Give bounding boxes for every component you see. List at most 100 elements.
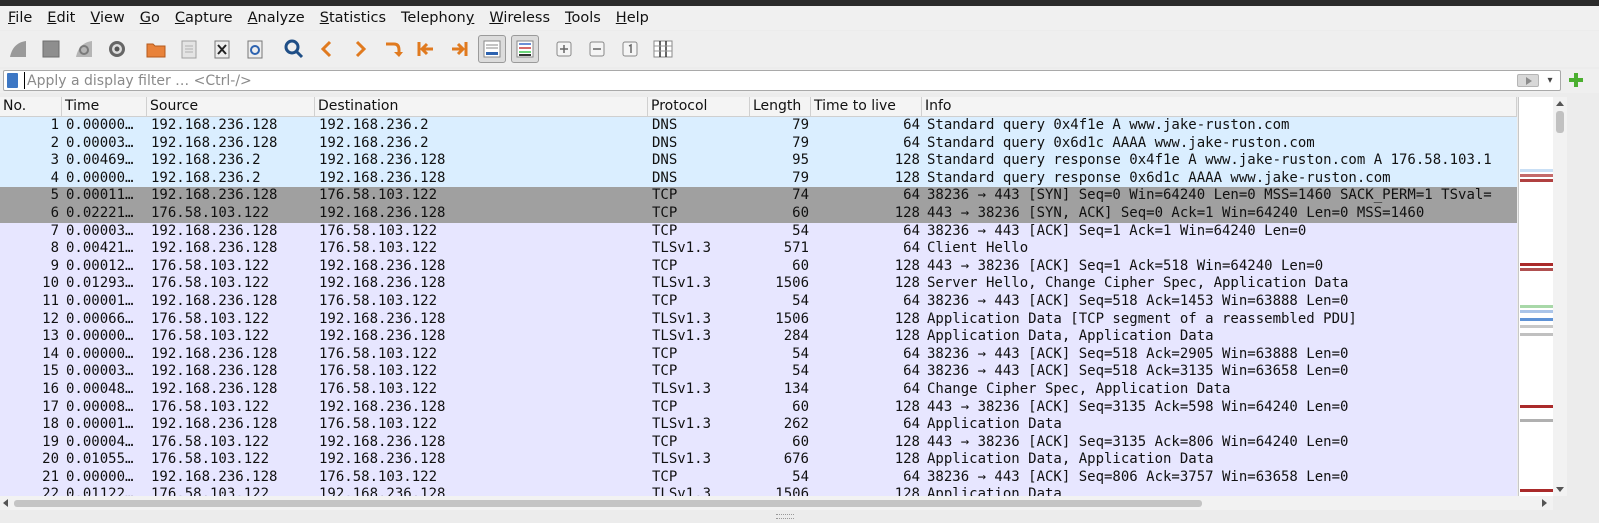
menu-tools[interactable]: Tools <box>557 6 608 30</box>
vertical-scroll-thumb[interactable] <box>1556 111 1564 133</box>
filter-history-dropdown-icon[interactable]: ▾ <box>1542 73 1558 88</box>
cell-ttl: 128 <box>894 451 920 468</box>
menu-go[interactable]: Go <box>132 6 167 30</box>
cell-info: Change Cipher Spec, Application Data <box>927 380 1231 397</box>
minimap-mark <box>1520 489 1553 492</box>
display-filter-input[interactable] <box>24 72 1497 89</box>
packet-row[interactable]: 13 0.00000… 176.58.103.122 192.168.236.128 T… <box>0 328 1517 346</box>
packet-row[interactable]: 15 0.00003… 192.168.236.128 176.58.103.122 T… <box>0 363 1517 381</box>
first-packet-button[interactable] <box>412 35 440 63</box>
column-header-source[interactable]: Source <box>147 97 315 116</box>
zoom-out-button[interactable] <box>583 35 611 63</box>
resize-columns-button[interactable] <box>649 35 677 63</box>
find-packet-button[interactable] <box>280 35 308 63</box>
packet-row[interactable]: 9 0.00012… 176.58.103.122 192.168.236.128 TC… <box>0 257 1517 276</box>
cell-protocol: TCP <box>652 257 678 274</box>
go-back-icon <box>320 40 332 58</box>
packet-row[interactable]: 21 0.00000… 192.168.236.128 176.58.103.122 T… <box>0 468 1517 487</box>
splitter-handle[interactable] <box>776 514 794 519</box>
packet-row[interactable]: 5 0.00011… 192.168.236.128 176.58.103.122 TC… <box>0 187 1517 205</box>
last-packet-button[interactable] <box>445 35 473 63</box>
packet-row[interactable]: 2 0.00003… 192.168.236.128 192.168.236.2 DNS… <box>0 134 1517 153</box>
cell-length: 60 <box>792 398 809 415</box>
scroll-up-icon[interactable] <box>1556 101 1564 106</box>
column-header-time-to-live[interactable]: Time to live <box>811 97 922 116</box>
packet-row[interactable]: 19 0.00004… 176.58.103.122 192.168.236.128 T… <box>0 433 1517 452</box>
packet-row[interactable]: 22 0.01122… 176.58.103.122 192.168.236.128 T… <box>0 486 1517 496</box>
packet-row[interactable]: 20 0.01055… 176.58.103.122 192.168.236.128 T… <box>0 451 1517 469</box>
column-header-info[interactable]: Info <box>922 97 1517 116</box>
packet-list[interactable]: No. Time Source Destination Protocol Length Ti… <box>0 97 1517 496</box>
scroll-right-icon[interactable] <box>1542 499 1547 507</box>
add-filter-button-icon[interactable] <box>1567 71 1585 89</box>
menu-wireless[interactable]: Wireless <box>481 6 557 30</box>
menu-capture[interactable]: Capture <box>167 6 240 30</box>
colorize-button[interactable] <box>511 35 539 63</box>
cell-time: 0.00000… <box>66 468 134 485</box>
cell-destination: 192.168.236.128 <box>319 451 446 468</box>
normal-size-button[interactable] <box>616 35 644 63</box>
horizontal-scrollbar[interactable] <box>0 496 1553 510</box>
start-capture-button[interactable] <box>4 35 32 63</box>
menu-statistics[interactable]: Statistics <box>312 6 393 30</box>
scroll-down-icon[interactable] <box>1556 487 1564 492</box>
save-file-button[interactable] <box>175 35 203 63</box>
packet-row[interactable]: 7 0.00003… 192.168.236.128 176.58.103.122 TC… <box>0 222 1517 241</box>
stop-capture-button[interactable] <box>37 35 65 63</box>
menu-view[interactable]: View <box>82 6 131 30</box>
column-header-protocol[interactable]: Protocol <box>648 97 750 116</box>
cell-destination: 192.168.236.128 <box>319 398 446 415</box>
packet-row[interactable]: 6 0.02221… 176.58.103.122 192.168.236.128 TC… <box>0 204 1517 223</box>
reload-file-button[interactable] <box>241 35 269 63</box>
auto-scroll-button[interactable] <box>478 35 506 63</box>
packet-row[interactable]: 12 0.00066… 176.58.103.122 192.168.236.128 T… <box>0 310 1517 329</box>
packet-row[interactable]: 4 0.00000… 192.168.236.2 192.168.236.128 DNS… <box>0 169 1517 188</box>
capture-options-button[interactable] <box>103 35 131 63</box>
packet-row[interactable]: 1 0.00000… 192.168.236.128 192.168.236.2 DNS… <box>0 117 1517 135</box>
vertical-scrollbar[interactable] <box>1553 97 1567 496</box>
menu-edit[interactable]: Edit <box>39 6 82 30</box>
menu-help[interactable]: Help <box>608 6 656 30</box>
cell-source: 176.58.103.122 <box>151 398 270 415</box>
packet-row[interactable]: 16 0.00048… 192.168.236.128 176.58.103.122 T… <box>0 380 1517 399</box>
normal-size-icon <box>622 41 638 57</box>
packet-row[interactable]: 10 0.01293… 176.58.103.122 192.168.236.128 T… <box>0 275 1517 293</box>
apply-filter-button[interactable] <box>1517 74 1539 87</box>
cell-ttl: 128 <box>894 169 920 186</box>
cell-destination: 176.58.103.122 <box>319 416 438 433</box>
packet-row[interactable]: 11 0.00001… 192.168.236.128 176.58.103.122 T… <box>0 292 1517 311</box>
menu-analyze[interactable]: Analyze <box>240 6 312 30</box>
packet-row[interactable]: 14 0.00000… 192.168.236.128 176.58.103.122 T… <box>0 345 1517 364</box>
packet-row[interactable]: 18 0.00001… 192.168.236.128 176.58.103.122 T… <box>0 416 1517 434</box>
menu-file[interactable]: File <box>0 6 39 30</box>
go-to-packet-icon <box>386 42 403 57</box>
scroll-left-icon[interactable] <box>3 499 8 507</box>
packet-row[interactable]: 17 0.00008… 176.58.103.122 192.168.236.128 T… <box>0 398 1517 417</box>
column-header-time[interactable]: Time <box>62 97 147 116</box>
open-file-button[interactable] <box>142 35 170 63</box>
cell-info: 443 → 38236 [ACK] Seq=3135 Ack=806 Win=6… <box>927 433 1349 450</box>
cell-no: 20 <box>42 451 59 468</box>
horizontal-scroll-thumb[interactable] <box>14 500 1202 507</box>
go-forward-button[interactable] <box>346 35 374 63</box>
cell-protocol: TLSv1.3 <box>652 240 712 257</box>
go-back-button[interactable] <box>313 35 341 63</box>
column-header-destination[interactable]: Destination <box>315 97 648 116</box>
cell-source: 176.58.103.122 <box>151 257 270 274</box>
cell-ttl: 128 <box>894 398 920 415</box>
close-file-button[interactable] <box>208 35 236 63</box>
menu-telephony[interactable]: Telephony <box>393 6 481 30</box>
column-header-length[interactable]: Length <box>750 97 811 116</box>
restart-capture-button[interactable] <box>70 35 98 63</box>
cell-protocol: TCP <box>652 187 678 204</box>
packet-minimap[interactable] <box>1518 97 1554 496</box>
packet-row[interactable]: 8 0.00421… 192.168.236.128 176.58.103.122 TL… <box>0 240 1517 258</box>
packet-row[interactable]: 3 0.00469… 192.168.236.2 192.168.236.128 DNS… <box>0 152 1517 170</box>
column-header-no[interactable]: No. <box>0 97 62 116</box>
cell-destination: 192.168.236.2 <box>319 134 429 151</box>
filter-bookmark-icon[interactable] <box>7 73 18 88</box>
go-to-packet-button[interactable] <box>379 35 407 63</box>
zoom-in-button[interactable] <box>550 35 578 63</box>
cell-destination: 176.58.103.122 <box>319 468 438 485</box>
cell-protocol: TCP <box>652 345 678 362</box>
